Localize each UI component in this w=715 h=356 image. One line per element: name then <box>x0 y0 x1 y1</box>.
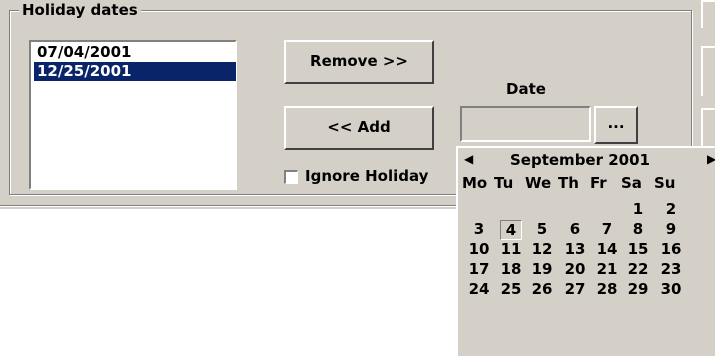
calendar-day[interactable]: 12 <box>531 240 553 260</box>
calendar-day[interactable]: 5 <box>531 220 553 240</box>
calendar-day[interactable]: 25 <box>500 280 522 300</box>
calendar-day[interactable]: 15 <box>627 240 649 260</box>
date-label: Date <box>506 80 546 98</box>
calendar-day[interactable]: 1 <box>627 200 649 220</box>
weekday-header: Tu <box>494 174 514 192</box>
weekday-header: Mo <box>462 174 488 192</box>
calendar-day[interactable]: 10 <box>468 240 490 260</box>
next-month-icon[interactable]: ▶ <box>707 151 715 167</box>
list-item[interactable]: 07/04/2001 <box>34 43 236 62</box>
prev-month-icon[interactable]: ◀ <box>464 151 473 167</box>
calendar-day[interactable]: 14 <box>596 240 618 260</box>
calendar-day[interactable]: 27 <box>564 280 586 300</box>
date-field[interactable] <box>460 106 591 142</box>
calendar-day[interactable]: 30 <box>660 280 682 300</box>
ignore-holidays-checkbox[interactable] <box>284 170 298 184</box>
calendar-day[interactable]: 21 <box>596 260 618 280</box>
calendar-day[interactable]: 24 <box>468 280 490 300</box>
calendar-day[interactable]: 8 <box>627 220 649 240</box>
calendar-day[interactable]: 11 <box>500 240 522 260</box>
calendar-day[interactable]: 16 <box>660 240 682 260</box>
calendar-day[interactable]: 29 <box>627 280 649 300</box>
calendar-day[interactable]: 7 <box>596 220 618 240</box>
calendar-day[interactable]: 2 <box>660 200 682 220</box>
side-button-2[interactable] <box>701 46 715 96</box>
side-button-1[interactable] <box>701 0 715 28</box>
weekday-header: Sa <box>621 174 642 192</box>
calendar-day[interactable]: 19 <box>531 260 553 280</box>
calendar-day[interactable]: 23 <box>660 260 682 280</box>
weekday-header: Th <box>558 174 579 192</box>
remove-button[interactable]: Remove >> <box>284 40 434 84</box>
calendar-day[interactable]: 22 <box>627 260 649 280</box>
calendar-day[interactable]: 6 <box>564 220 586 240</box>
weekday-header: We <box>525 174 552 192</box>
calendar-day-today[interactable]: 4 <box>500 220 522 240</box>
weekday-header: Su <box>654 174 676 192</box>
calendar-day[interactable]: 13 <box>564 240 586 260</box>
calendar-day[interactable]: 20 <box>564 260 586 280</box>
calendar-day[interactable]: 3 <box>468 220 490 240</box>
calendar-day[interactable]: 26 <box>531 280 553 300</box>
date-picker-button[interactable]: ... <box>594 106 638 144</box>
calendar-month-title: September 2001 <box>510 151 650 169</box>
calendar-day[interactable]: 9 <box>660 220 682 240</box>
calendar-day[interactable]: 18 <box>500 260 522 280</box>
calendar-dropdown[interactable]: ◀ September 2001 ▶ Mo Tu We Th Fr Sa Su 1 2 3 4 5 6 7… <box>456 146 715 356</box>
group-title: Holiday dates <box>19 1 141 19</box>
weekday-header: Fr <box>590 174 607 192</box>
list-item[interactable]: 12/25/2001 <box>34 62 236 81</box>
calendar-day[interactable]: 17 <box>468 260 490 280</box>
calendar-day[interactable]: 28 <box>596 280 618 300</box>
add-button[interactable]: << Add <box>284 106 434 150</box>
holiday-list[interactable]: 07/04/2001 12/25/2001 <box>29 40 237 190</box>
ignore-holidays-label: Ignore Holiday <box>305 167 429 185</box>
